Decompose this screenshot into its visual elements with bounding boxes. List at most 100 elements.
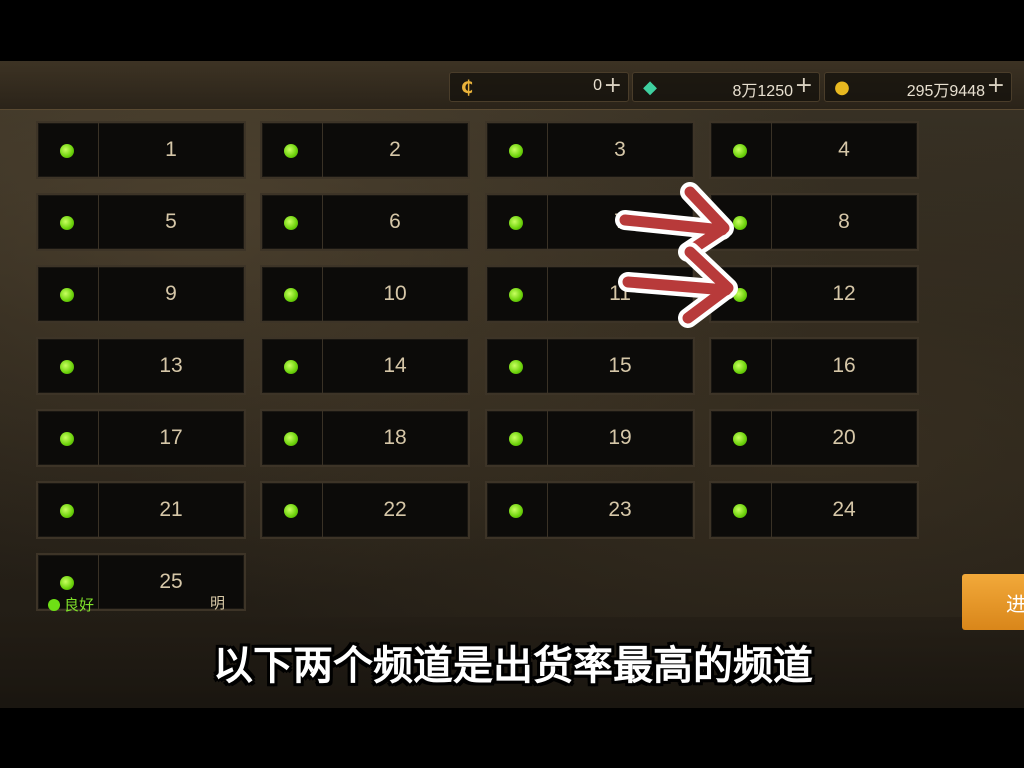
channel-number: 3 — [614, 138, 626, 161]
enter-button[interactable]: 进 — [962, 574, 1024, 630]
channel-7-button[interactable]: 7 — [485, 193, 695, 251]
channel-number: 22 — [383, 498, 407, 521]
status-cell — [262, 411, 323, 465]
channel-number: 7 — [614, 210, 626, 233]
currency-crystal: ◆ 8万1250 + — [632, 72, 820, 102]
status-cell — [38, 195, 99, 249]
status-good-dot-icon — [284, 144, 298, 158]
status-good-dot-icon — [284, 432, 298, 446]
channel-17-button[interactable]: 17 — [36, 409, 246, 467]
status-legend: 良好 — [48, 594, 94, 615]
status-good-dot-icon — [509, 288, 523, 302]
channel-11-button[interactable]: 11 — [485, 265, 695, 323]
status-cell — [262, 483, 323, 537]
channel-number: 6 — [389, 210, 401, 233]
channel-number: 20 — [832, 426, 856, 449]
channel-8-button[interactable]: 8 — [709, 193, 919, 251]
channel-2-button[interactable]: 2 — [260, 121, 470, 179]
status-cell — [711, 483, 772, 537]
status-cell — [38, 267, 99, 321]
channel-number: 5 — [165, 210, 177, 233]
channel-number: 19 — [608, 426, 632, 449]
status-good-dot-icon — [60, 360, 74, 374]
status-cell — [711, 267, 772, 321]
channel-number: 10 — [383, 282, 407, 305]
status-cell — [38, 339, 99, 393]
channel-number: 9 — [165, 282, 177, 305]
channel-grid: 1 2 3 4 5 6 7 8 9 10 11 12 13 14 15 16 17 18 19 20 21 22 23 24 2… — [28, 115, 925, 613]
status-cell — [262, 123, 323, 177]
channel-3-button[interactable]: 3 — [485, 121, 695, 179]
channel-number: 4 — [838, 138, 850, 161]
status-good-dot-icon — [733, 432, 747, 446]
channel-23-button[interactable]: 23 — [485, 481, 695, 539]
status-cell — [487, 267, 548, 321]
channel-number: 16 — [832, 354, 856, 377]
currency-gold-value: 295万9448 — [906, 83, 985, 100]
status-good-dot-icon — [60, 432, 74, 446]
add-currency-c-button[interactable]: + — [604, 74, 622, 98]
status-good-dot-icon — [733, 216, 747, 230]
status-cell — [711, 195, 772, 249]
currency-crystal-value: 8万1250 — [732, 83, 794, 100]
add-gold-button[interactable]: + — [987, 74, 1005, 98]
status-good-dot-icon — [48, 598, 60, 611]
channel-12-button[interactable]: 12 — [709, 265, 919, 323]
status-good-dot-icon — [733, 144, 747, 158]
channel-number: 13 — [159, 354, 183, 377]
channel-number: 2 — [389, 138, 401, 161]
status-good-dot-icon — [60, 144, 74, 158]
status-good-dot-icon — [509, 144, 523, 158]
channel-19-button[interactable]: 19 — [485, 409, 695, 467]
channel-5-button[interactable]: 5 — [36, 193, 246, 251]
channel-24-button[interactable]: 24 — [709, 481, 919, 539]
status-cell — [711, 411, 772, 465]
status-good-dot-icon — [509, 360, 523, 374]
channel-16-button[interactable]: 16 — [709, 337, 919, 395]
channel-number: 17 — [159, 426, 183, 449]
status-cell — [38, 483, 99, 537]
legend-label: 良好 — [64, 596, 95, 614]
channel-number: 23 — [608, 498, 632, 521]
enter-button-label: 进 — [1006, 591, 1024, 616]
channel-number: 12 — [832, 282, 856, 305]
channel-10-button[interactable]: 10 — [260, 265, 470, 323]
status-good-dot-icon — [284, 288, 298, 302]
channel-20-button[interactable]: 20 — [709, 409, 919, 467]
status-cell — [38, 123, 99, 177]
channel-4-button[interactable]: 4 — [709, 121, 919, 179]
channel-14-button[interactable]: 14 — [260, 337, 470, 395]
channel-21-button[interactable]: 21 — [36, 481, 246, 539]
status-good-dot-icon — [733, 504, 747, 518]
channel-number: 24 — [832, 498, 856, 521]
status-cell — [487, 339, 548, 393]
channel-18-button[interactable]: 18 — [260, 409, 470, 467]
channel-13-button[interactable]: 13 — [36, 337, 246, 395]
channel-number: 11 — [609, 282, 631, 305]
gold-coin-icon: ● — [834, 76, 850, 98]
add-crystal-button[interactable]: + — [795, 74, 813, 98]
top-bar: ₵ 0 + ◆ 8万1250 + ● 295万9448 + — [0, 61, 1024, 110]
channel-15-button[interactable]: 15 — [485, 337, 695, 395]
channel-number: 21 — [159, 498, 183, 521]
status-good-dot-icon — [509, 216, 523, 230]
channel-number: 1 — [165, 138, 177, 161]
status-good-dot-icon — [733, 360, 747, 374]
green-crystal-icon: ◆ — [643, 76, 657, 98]
currency-c-value: 0 — [593, 77, 602, 94]
currency-gold: ● 295万9448 + — [824, 72, 1012, 102]
channel-6-button[interactable]: 6 — [260, 193, 470, 251]
status-cell — [711, 339, 772, 393]
status-good-dot-icon — [284, 360, 298, 374]
partially-hidden-text: 明 — [210, 594, 226, 612]
channel-1-button[interactable]: 1 — [36, 121, 246, 179]
status-cell — [487, 195, 548, 249]
status-cell — [262, 267, 323, 321]
channel-9-button[interactable]: 9 — [36, 265, 246, 323]
status-cell — [487, 483, 548, 537]
status-good-dot-icon — [509, 432, 523, 446]
status-good-dot-icon — [60, 504, 74, 518]
channel-22-button[interactable]: 22 — [260, 481, 470, 539]
status-good-dot-icon — [60, 216, 74, 230]
subtitle-caption: 以下两个频道是出货率最高的频道 — [213, 643, 813, 689]
